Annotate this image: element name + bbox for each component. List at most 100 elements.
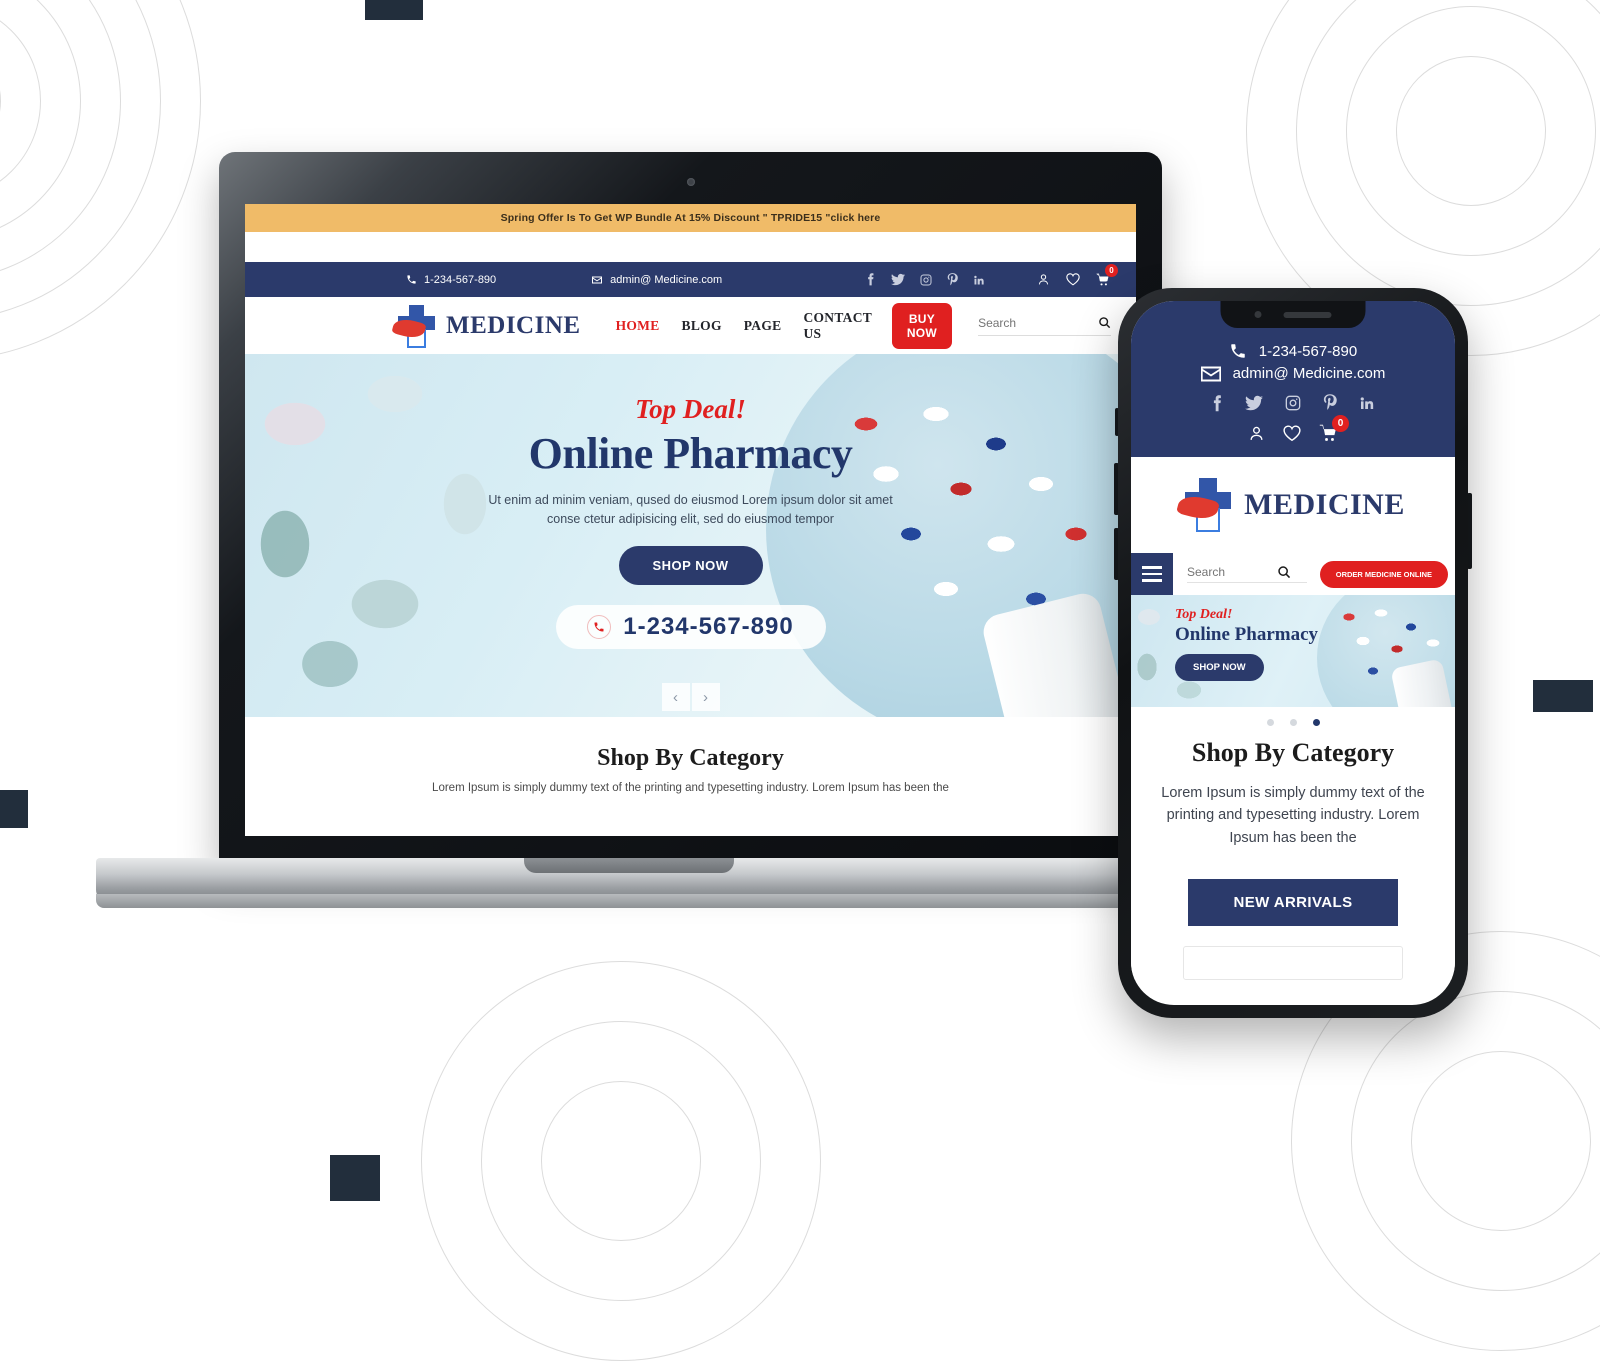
mobile-hero-carousel: Top Deal! Online Pharmacy SHOP NOW bbox=[1131, 595, 1455, 707]
brand-name: MEDICINE bbox=[446, 311, 581, 339]
user-icon[interactable] bbox=[1037, 273, 1050, 286]
decorative-rings-bottom-right bbox=[1290, 930, 1600, 1351]
cart-icon[interactable]: 0 bbox=[1319, 415, 1349, 443]
hero-description: Ut enim ad minim veniam, qused do eiusmo… bbox=[245, 491, 1136, 530]
carousel-dot-3[interactable] bbox=[1312, 719, 1320, 726]
topbar-phone[interactable]: 1-234-567-890 bbox=[406, 274, 496, 286]
medical-cross-leaf-icon bbox=[391, 303, 437, 349]
phone-body: 1-234-567-890 admin@ Medicine.com 0 MEDI… bbox=[1118, 288, 1468, 1018]
shop-by-category-section: Shop By Category Lorem Ipsum is simply d… bbox=[245, 717, 1136, 814]
phone-icon bbox=[1229, 342, 1247, 360]
mobile-product-strip bbox=[1183, 946, 1403, 981]
search-box[interactable] bbox=[978, 315, 1112, 336]
nav-item-blog[interactable]: BLOG bbox=[682, 318, 722, 334]
decorative-square-top bbox=[365, 0, 423, 20]
pinterest-icon[interactable] bbox=[1323, 394, 1337, 412]
instagram-icon[interactable] bbox=[920, 274, 932, 286]
primary-menu: HOME BLOG PAGE CONTACT US bbox=[616, 310, 872, 342]
phone-screen: 1-234-567-890 admin@ Medicine.com 0 MEDI… bbox=[1131, 301, 1455, 1005]
mobile-shop-by-category-title: Shop By Category bbox=[1191, 738, 1395, 767]
topbar-email[interactable]: admin@ Medicine.com bbox=[591, 274, 722, 286]
twitter-icon[interactable] bbox=[891, 273, 905, 286]
mobile-account-icons: 0 bbox=[1131, 415, 1455, 443]
laptop-lid: Spring Offer Is To Get WP Bundle At 15% … bbox=[219, 152, 1162, 864]
laptop-mockup: Spring Offer Is To Get WP Bundle At 15% … bbox=[96, 152, 1162, 912]
phone-mockup: 1-234-567-890 admin@ Medicine.com 0 MEDI… bbox=[1114, 288, 1472, 1018]
search-icon[interactable] bbox=[1098, 316, 1111, 329]
mobile-carousel-dots bbox=[1131, 707, 1455, 732]
carousel-next-button[interactable]: › bbox=[691, 683, 720, 711]
mobile-phone-text: 1-234-567-890 bbox=[1258, 342, 1358, 360]
decorative-square-bottom bbox=[330, 1155, 380, 1201]
mobile-order-medicine-online-button[interactable]: ORDER MEDICINE ONLINE bbox=[1319, 560, 1448, 588]
promo-banner-text: Spring Offer Is To Get WP Bundle At 15% … bbox=[500, 212, 881, 224]
hero-content: Top Deal! Online Pharmacy Ut enim ad min… bbox=[245, 354, 1136, 649]
mobile-shop-by-category-description: Lorem Ipsum is simply dummy text of the … bbox=[1161, 785, 1425, 846]
mobile-hero-title: Online Pharmacy bbox=[1175, 624, 1319, 645]
hero-phone-pill[interactable]: 1-234-567-890 bbox=[555, 604, 826, 649]
mobile-email-row[interactable]: admin@ Medicine.com bbox=[1131, 365, 1455, 382]
mobile-hero-eyebrow: Top Deal! bbox=[1175, 607, 1233, 622]
hero-description-line-1: Ut enim ad minim veniam, qused do eiusmo… bbox=[488, 493, 893, 507]
decorative-square-right bbox=[1533, 680, 1593, 712]
decorative-rings-right bbox=[1245, 0, 1600, 356]
envelope-icon bbox=[591, 274, 603, 286]
nav-item-contact-us[interactable]: CONTACT US bbox=[803, 310, 871, 342]
carousel-dot-1[interactable] bbox=[1266, 719, 1274, 726]
hero-title: Online Pharmacy bbox=[528, 429, 853, 478]
mobile-brand-logo[interactable]: MEDICINE bbox=[1131, 457, 1455, 553]
linkedin-icon[interactable] bbox=[1359, 395, 1375, 411]
phone-speaker-icon bbox=[1283, 311, 1332, 318]
shop-now-button[interactable]: SHOP NOW bbox=[618, 545, 763, 585]
mobile-brand-name: MEDICINE bbox=[1244, 488, 1405, 521]
decorative-square-left bbox=[0, 790, 28, 828]
cart-count-badge: 0 bbox=[1105, 263, 1118, 277]
brand-logo[interactable]: MEDICINE bbox=[391, 303, 581, 349]
cart-count-badge: 0 bbox=[1332, 415, 1349, 432]
search-input[interactable] bbox=[978, 315, 1091, 330]
buy-now-button[interactable]: BUY NOW bbox=[891, 302, 953, 349]
heart-icon[interactable] bbox=[1066, 273, 1080, 286]
carousel-dot-2[interactable] bbox=[1289, 719, 1297, 726]
linkedin-icon[interactable] bbox=[973, 274, 985, 286]
laptop-foot bbox=[96, 894, 1162, 908]
hamburger-menu-icon[interactable] bbox=[1131, 553, 1173, 595]
nav-item-page[interactable]: PAGE bbox=[744, 318, 782, 334]
phone-camera-icon bbox=[1254, 311, 1262, 318]
facebook-icon[interactable] bbox=[1211, 394, 1223, 412]
phone-icon bbox=[406, 274, 417, 285]
mobile-hero-content: Top Deal! Online Pharmacy SHOP NOW bbox=[1131, 595, 1455, 681]
shop-by-category-title: Shop By Category bbox=[597, 745, 784, 771]
carousel-prev-button[interactable]: ‹ bbox=[661, 683, 690, 711]
promo-gap bbox=[245, 232, 1136, 262]
mobile-shop-now-button[interactable]: SHOP NOW bbox=[1175, 654, 1264, 681]
hero-phone-number: 1-234-567-890 bbox=[623, 612, 794, 640]
carousel-arrows: ‹ › bbox=[661, 683, 720, 711]
phone-circle-icon bbox=[587, 614, 612, 639]
promo-banner[interactable]: Spring Offer Is To Get WP Bundle At 15% … bbox=[245, 204, 1136, 232]
hero-eyebrow: Top Deal! bbox=[635, 394, 746, 424]
mobile-search-box[interactable] bbox=[1187, 565, 1307, 583]
mobile-search-input[interactable] bbox=[1187, 565, 1269, 579]
instagram-icon[interactable] bbox=[1285, 395, 1301, 411]
mobile-search-row: ORDER MEDICINE ONLINE bbox=[1131, 553, 1455, 595]
decorative-rings-bottom bbox=[420, 960, 821, 1361]
envelope-icon bbox=[1200, 366, 1221, 382]
laptop-screen: Spring Offer Is To Get WP Bundle At 15% … bbox=[245, 204, 1136, 836]
facebook-icon[interactable] bbox=[865, 273, 876, 286]
main-navbar: MEDICINE HOME BLOG PAGE CONTACT US BUY N… bbox=[245, 297, 1136, 354]
pinterest-icon[interactable] bbox=[947, 272, 958, 287]
search-icon[interactable] bbox=[1277, 565, 1291, 579]
shop-by-category-description: Lorem Ipsum is simply dummy text of the … bbox=[432, 782, 949, 794]
mobile-social-links bbox=[1131, 394, 1455, 412]
topbar-account-icons: 0 bbox=[1037, 263, 1118, 287]
user-icon[interactable] bbox=[1248, 425, 1265, 442]
twitter-icon[interactable] bbox=[1245, 395, 1263, 411]
top-bar: 1-234-567-890 admin@ Medicine.com 0 bbox=[245, 262, 1136, 297]
mobile-phone-row[interactable]: 1-234-567-890 bbox=[1131, 342, 1455, 360]
cart-icon[interactable]: 0 bbox=[1096, 263, 1118, 287]
heart-icon[interactable] bbox=[1283, 425, 1301, 442]
nav-item-home[interactable]: HOME bbox=[616, 318, 660, 334]
new-arrivals-button[interactable]: NEW ARRIVALS bbox=[1187, 879, 1399, 927]
topbar-phone-text: 1-234-567-890 bbox=[424, 273, 497, 286]
